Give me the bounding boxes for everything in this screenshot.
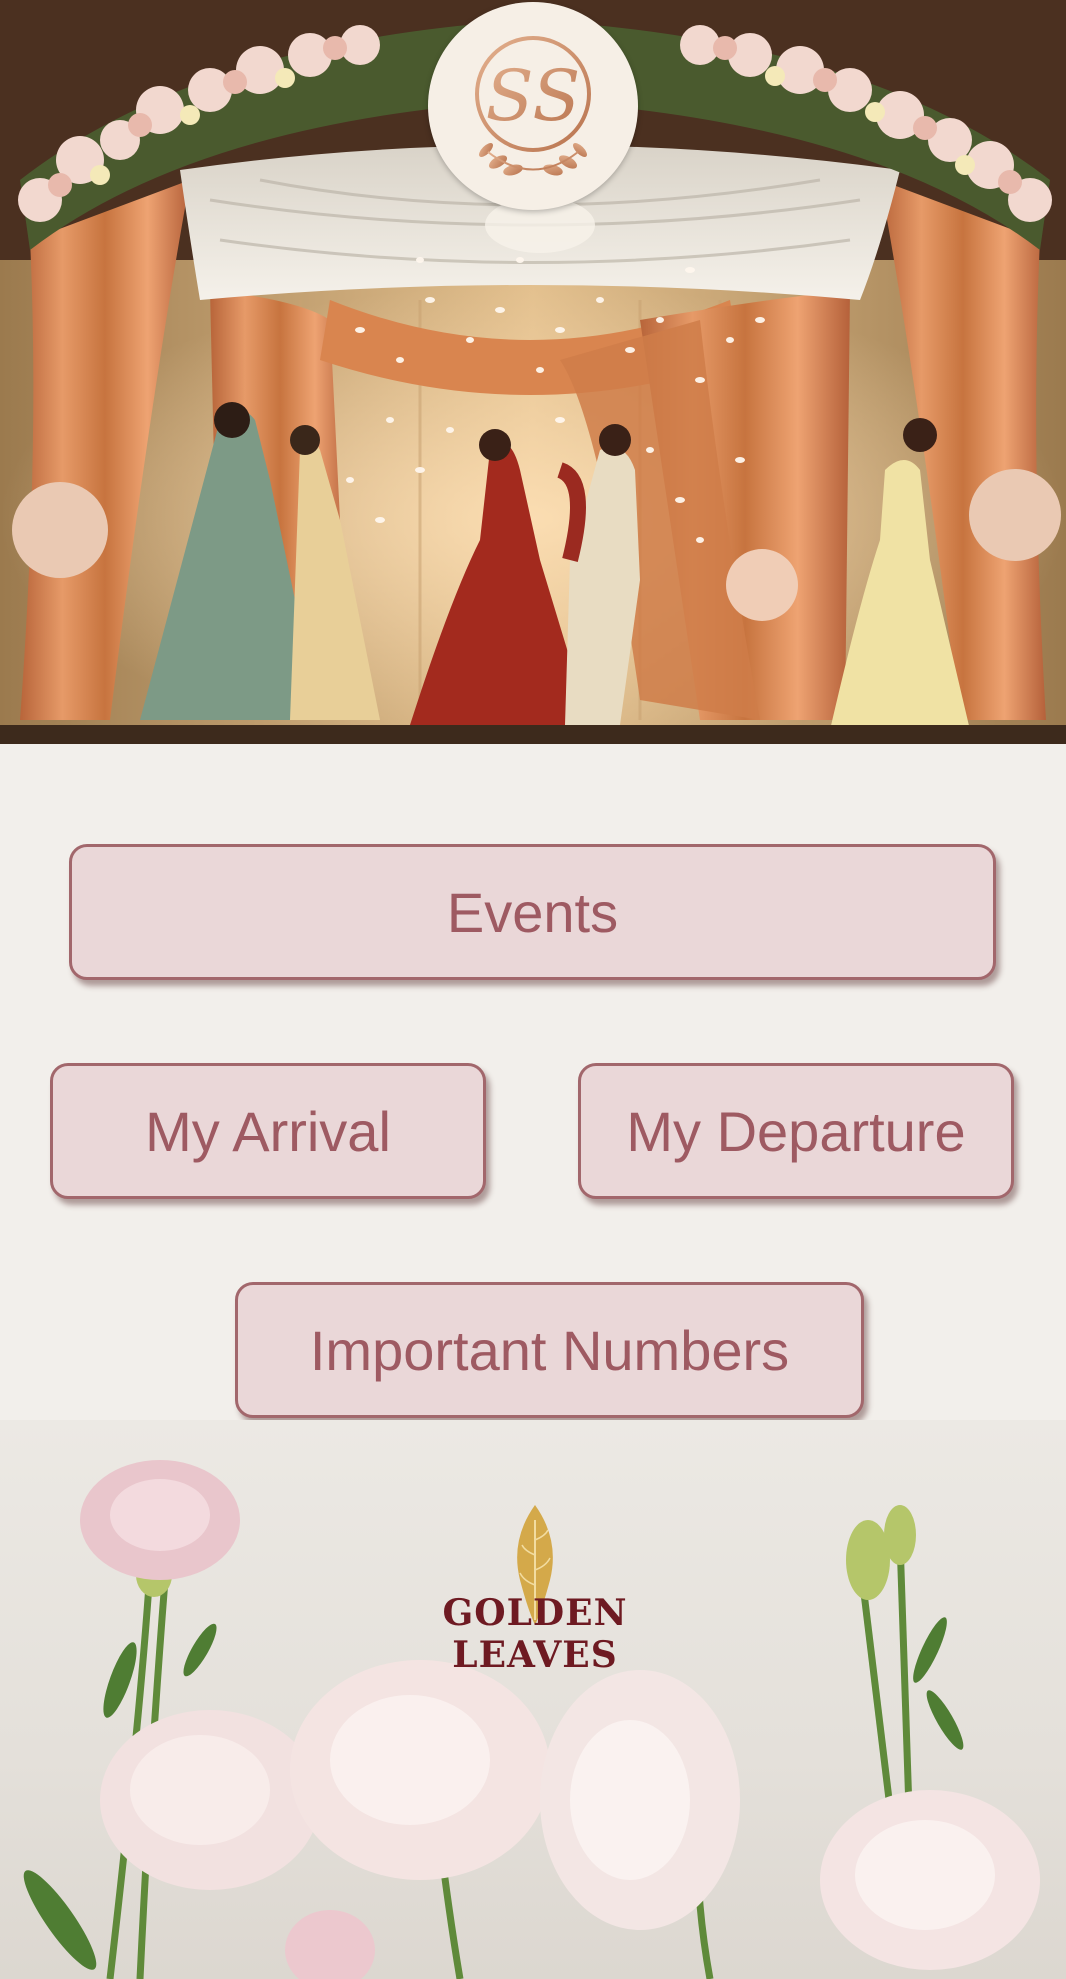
events-button-label: Events bbox=[446, 880, 619, 944]
monogram-letters: SS bbox=[486, 55, 581, 137]
my-arrival-button-label: My Arrival bbox=[145, 1099, 391, 1163]
important-numbers-button[interactable]: Important Numbers bbox=[235, 1282, 864, 1418]
main-menu: Events My Arrival My Departure Important… bbox=[0, 744, 1066, 1420]
golden-leaves-brand: GOLDEN LEAVES bbox=[360, 1500, 710, 1676]
monogram-logo: SS bbox=[428, 2, 638, 210]
my-arrival-button[interactable]: My Arrival bbox=[50, 1063, 486, 1199]
events-button[interactable]: Events bbox=[69, 844, 996, 980]
hero-wedding-photo: SS bbox=[0, 0, 1066, 744]
footer-floral-banner: GOLDEN LEAVES bbox=[0, 1420, 1066, 1979]
app-screen: SS Events My Arrival My Departure Import… bbox=[0, 0, 1066, 1979]
important-numbers-button-label: Important Numbers bbox=[309, 1318, 790, 1382]
brand-name: GOLDEN LEAVES bbox=[442, 1592, 628, 1676]
my-departure-button[interactable]: My Departure bbox=[578, 1063, 1014, 1199]
my-departure-button-label: My Departure bbox=[626, 1099, 966, 1163]
